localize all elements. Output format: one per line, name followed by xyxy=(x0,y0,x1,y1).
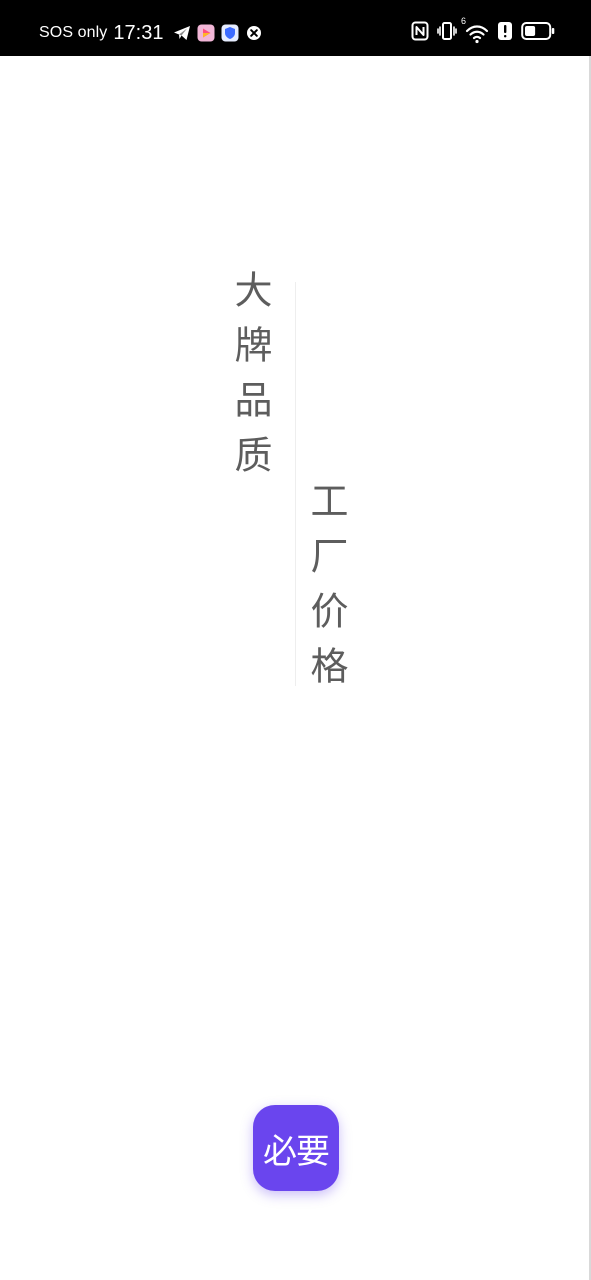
telegram-icon xyxy=(173,24,191,42)
video-app-icon xyxy=(197,24,215,42)
alert-icon xyxy=(497,21,513,45)
battery-level-fill xyxy=(525,26,536,36)
status-left-group: SOS only 17:31 xyxy=(39,18,263,48)
battery-icon xyxy=(521,21,555,45)
wifi-6-icon: 6 xyxy=(461,16,489,44)
slogan-factory-price: 工厂价格 xyxy=(304,481,348,701)
nfc-icon xyxy=(411,21,429,45)
clock-time: 17:31 xyxy=(113,22,164,44)
status-bar: SOS only 17:31 6 xyxy=(0,0,591,56)
carrier-text: SOS only xyxy=(39,24,108,41)
wifi-standard-label: 6 xyxy=(461,16,467,26)
slogan-divider xyxy=(295,282,296,686)
shield-app-icon xyxy=(221,24,239,42)
vibrate-icon xyxy=(437,21,457,45)
app-logo-text: 必要 xyxy=(263,1131,330,1172)
close-circle-icon xyxy=(245,24,263,42)
status-right-group: 6 xyxy=(411,16,555,46)
slogan-brand-quality: 大牌品质 xyxy=(228,270,272,490)
app-logo: 必要 xyxy=(253,1105,339,1191)
